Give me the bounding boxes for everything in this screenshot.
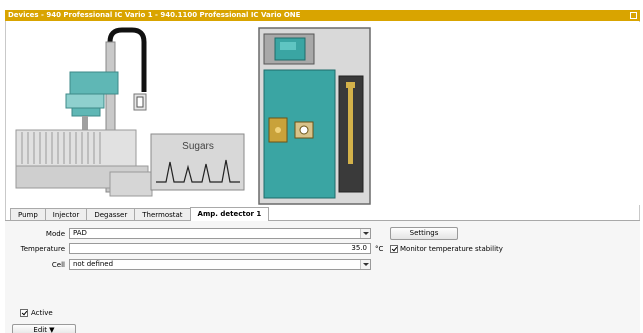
settings-button[interactable]: Settings (390, 227, 458, 240)
mode-label: Mode (45, 230, 65, 238)
ic-instrument-image (258, 27, 371, 205)
cell-label: Cell (51, 261, 65, 269)
tab-amp-detector-1[interactable]: Amp. detector 1 (189, 207, 270, 221)
active-label: Active (31, 309, 53, 317)
active-checkbox[interactable] (20, 309, 28, 317)
monitor-temperature-checkbox[interactable] (390, 245, 398, 253)
instrument-illustration: Sugars (10, 22, 640, 205)
settings-panel: Mode PAD Settings Temperature 35.0 °C Mo… (5, 220, 640, 333)
cell-value: not defined (73, 260, 114, 268)
chromatogram-label: Sugars (182, 141, 214, 152)
monitor-temperature-label: Monitor temperature stability (400, 245, 503, 253)
autosampler-image (15, 27, 153, 197)
mode-value: PAD (73, 229, 87, 237)
temperature-label: Temperature (20, 245, 65, 253)
cell-select[interactable]: not defined (69, 259, 371, 270)
mode-select[interactable]: PAD (69, 228, 371, 239)
temperature-unit: °C (375, 245, 384, 253)
chevron-down-icon[interactable] (360, 260, 370, 269)
window-title-bar: Devices - 940 Professional IC Vario 1 - … (5, 10, 640, 21)
chevron-down-icon[interactable] (360, 229, 370, 238)
temperature-input[interactable]: 35.0 (69, 243, 371, 254)
tab-bar: Pump Injector Degasser Thermostat Amp. d… (10, 207, 270, 221)
window-title: Devices - 940 Professional IC Vario 1 - … (8, 11, 301, 19)
maximize-icon[interactable] (630, 12, 637, 19)
chromatogram-image: Sugars (150, 133, 245, 191)
temperature-value: 35.0 (351, 244, 367, 252)
edit-button[interactable]: Edit ▼ (12, 324, 76, 333)
